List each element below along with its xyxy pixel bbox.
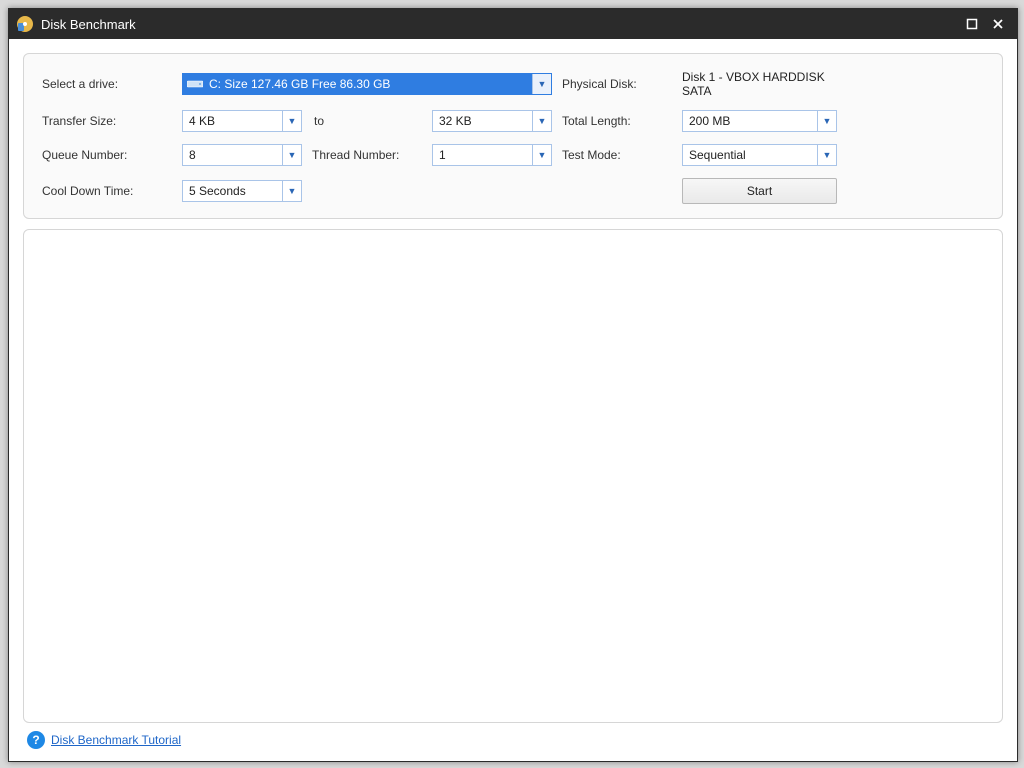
- start-button[interactable]: Start: [682, 178, 837, 204]
- select-drive-label: Select a drive:: [42, 77, 172, 91]
- chevron-down-icon: ▼: [817, 111, 836, 131]
- window-title: Disk Benchmark: [41, 17, 136, 32]
- app-icon: [15, 14, 35, 34]
- test-mode-select[interactable]: Sequential ▼: [682, 144, 837, 166]
- tutorial-link[interactable]: Disk Benchmark Tutorial: [51, 733, 181, 747]
- drive-select[interactable]: C: Size 127.46 GB Free 86.30 GB ▼: [182, 73, 552, 95]
- transfer-size-to-value: 32 KB: [439, 114, 472, 128]
- transfer-size-label: Transfer Size:: [42, 114, 172, 128]
- help-icon[interactable]: ?: [27, 731, 45, 749]
- to-label: to: [312, 114, 422, 128]
- transfer-size-from-select[interactable]: 4 KB ▼: [182, 110, 302, 132]
- footer: ? Disk Benchmark Tutorial: [23, 723, 1003, 751]
- settings-panel: Select a drive: C: Size 127.46 GB Free 8…: [23, 53, 1003, 219]
- cool-down-label: Cool Down Time:: [42, 184, 172, 198]
- chevron-down-icon: ▼: [532, 74, 551, 94]
- chevron-down-icon: ▼: [532, 111, 551, 131]
- disk-benchmark-window: Disk Benchmark Select a drive:: [8, 8, 1018, 762]
- physical-disk-value: Disk 1 - VBOX HARDDISK SATA: [682, 70, 837, 98]
- drive-icon: [187, 78, 203, 90]
- results-panel: [23, 229, 1003, 723]
- total-length-select[interactable]: 200 MB ▼: [682, 110, 837, 132]
- chevron-down-icon: ▼: [817, 145, 836, 165]
- total-length-label: Total Length:: [562, 114, 672, 128]
- test-mode-value: Sequential: [689, 148, 746, 162]
- transfer-size-from-value: 4 KB: [189, 114, 215, 128]
- titlebar: Disk Benchmark: [9, 9, 1017, 39]
- cool-down-select[interactable]: 5 Seconds ▼: [182, 180, 302, 202]
- thread-number-select[interactable]: 1 ▼: [432, 144, 552, 166]
- queue-number-value: 8: [189, 148, 196, 162]
- total-length-value: 200 MB: [689, 114, 730, 128]
- physical-disk-label: Physical Disk:: [562, 77, 672, 91]
- thread-number-label: Thread Number:: [312, 148, 422, 162]
- cool-down-value: 5 Seconds: [189, 184, 246, 198]
- test-mode-label: Test Mode:: [562, 148, 672, 162]
- close-button[interactable]: [985, 11, 1011, 37]
- thread-number-value: 1: [439, 148, 446, 162]
- chevron-down-icon: ▼: [282, 111, 301, 131]
- chevron-down-icon: ▼: [532, 145, 551, 165]
- queue-number-label: Queue Number:: [42, 148, 172, 162]
- transfer-size-to-select[interactable]: 32 KB ▼: [432, 110, 552, 132]
- client-area: Select a drive: C: Size 127.46 GB Free 8…: [9, 39, 1017, 761]
- maximize-button[interactable]: [959, 11, 985, 37]
- queue-number-select[interactable]: 8 ▼: [182, 144, 302, 166]
- drive-select-value: C: Size 127.46 GB Free 86.30 GB: [209, 77, 390, 91]
- chevron-down-icon: ▼: [282, 145, 301, 165]
- start-button-label: Start: [747, 184, 772, 198]
- chevron-down-icon: ▼: [282, 181, 301, 201]
